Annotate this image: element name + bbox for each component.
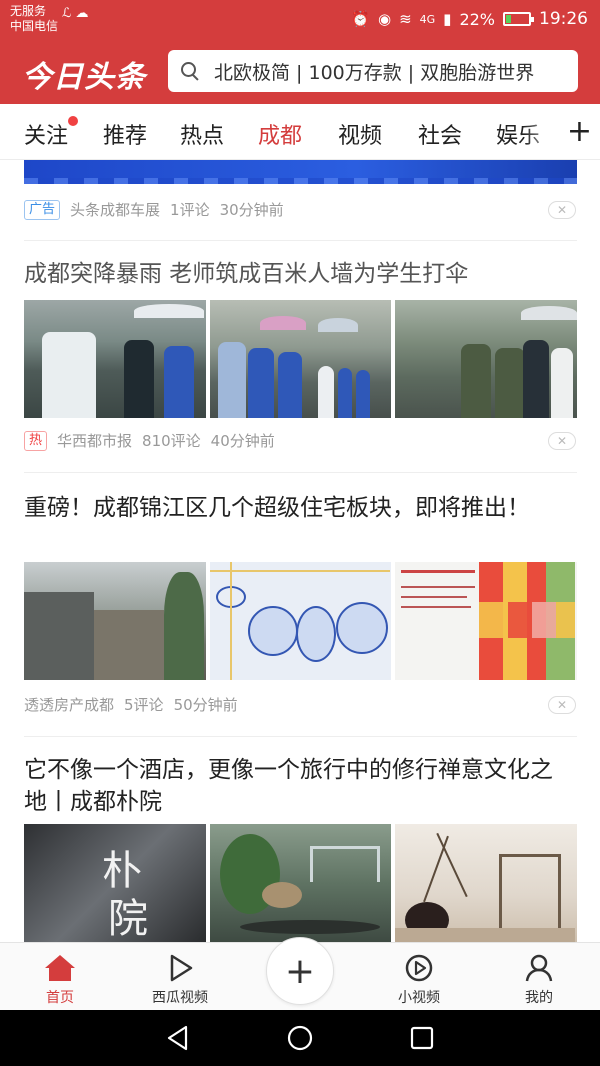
article-meta: 透透房产成都 5评论 50分钟前 <box>24 694 238 715</box>
article-image[interactable] <box>209 562 392 680</box>
news-feed: 广告 头条成都车展 1评论 30分钟前 ✕ 成都突降暴雨 老师筑成百米人墙为学生… <box>0 160 600 942</box>
article-image[interactable] <box>24 300 206 418</box>
wifi-icon: ≋ <box>399 10 412 28</box>
carrier-line2: 中国电信 <box>10 19 59 33</box>
article-time: 50分钟前 <box>173 696 238 714</box>
hot-badge: 热 <box>24 430 48 451</box>
add-channel-button[interactable]: + <box>567 114 592 149</box>
article-source: 透透房产成都 <box>24 696 115 714</box>
article-meta: 热 华西都市报 810评论 40分钟前 <box>24 430 275 451</box>
nav-short-video[interactable]: 小视频 <box>374 953 464 1007</box>
carrier-line1: 无服务 <box>10 4 47 18</box>
nav-home[interactable]: 首页 <box>15 953 105 1007</box>
dismiss-button[interactable]: ✕ <box>548 432 576 450</box>
status-bar: 无服务 中国电信 ℒ ☁ ⏰ ◉ ≋ 4G ▮ 22% 19:26 <box>0 0 600 40</box>
tab-society[interactable]: 社会 <box>418 118 462 150</box>
clock: 19:26 <box>539 9 588 29</box>
article-image[interactable] <box>395 300 578 418</box>
tab-recommend[interactable]: 推荐 <box>103 118 147 150</box>
battery-percent: 22% <box>459 9 495 29</box>
divider <box>24 736 577 737</box>
article-title[interactable]: 它不像一个酒店，更像一个旅行中的修行禅意文化之地丨成都朴院 <box>24 754 574 818</box>
alarm-icon: ⏰ <box>351 10 370 28</box>
ad-source: 头条成都车展 <box>70 201 161 219</box>
home-circle-icon[interactable] <box>286 1024 314 1052</box>
back-icon[interactable] <box>164 1024 192 1052</box>
article-image[interactable] <box>24 562 206 680</box>
article-comments: 810评论 <box>142 432 201 450</box>
app-logo[interactable]: 今日头条 <box>22 52 146 96</box>
nav-xigua-video[interactable]: 西瓜视频 <box>135 953 225 1007</box>
ad-banner-image[interactable] <box>24 160 577 184</box>
nav-xigua-label: 西瓜视频 <box>152 990 208 1006</box>
status-right: ⏰ ◉ ≋ 4G ▮ 22% 19:26 <box>351 8 588 30</box>
divider <box>24 240 577 241</box>
publish-button[interactable]: + <box>266 937 334 1005</box>
app-header: 无服务 中国电信 ℒ ☁ ⏰ ◉ ≋ 4G ▮ 22% 19:26 今日头条 北… <box>0 0 600 104</box>
eye-icon: ◉ <box>377 10 392 28</box>
nav-mine-label: 我的 <box>525 990 553 1006</box>
network-label: 4G <box>419 12 436 26</box>
ad-time: 30分钟前 <box>219 201 284 219</box>
article-image[interactable] <box>209 300 392 418</box>
person-icon <box>494 953 584 983</box>
nav-home-label: 首页 <box>46 990 74 1006</box>
article-image[interactable] <box>395 562 578 680</box>
carrier-info: 无服务 中国电信 <box>10 4 58 34</box>
home-icon <box>15 953 105 983</box>
notification-icons: ℒ ☁ <box>62 6 89 21</box>
article-image[interactable] <box>209 824 392 942</box>
article-title[interactable]: 重磅！成都锦江区几个超级住宅板块，即将推出！ <box>24 492 574 524</box>
nav-short-video-label: 小视频 <box>398 990 440 1006</box>
search-placeholder: 北欧极简 | 100万存款 | 双胞胎游世界 <box>214 61 535 84</box>
article-comments: 5评论 <box>124 696 164 714</box>
article-title[interactable]: 成都突降暴雨 老师筑成百米人墙为学生打伞 <box>24 258 574 290</box>
unread-dot <box>68 116 78 126</box>
search-bar[interactable]: 北欧极简 | 100万存款 | 双胞胎游世界 <box>168 50 578 92</box>
tab-chengdu[interactable]: 成都 <box>258 118 302 150</box>
article-image[interactable] <box>395 824 578 942</box>
nav-mine[interactable]: 我的 <box>494 953 584 1007</box>
ad-comments: 1评论 <box>170 201 210 219</box>
tab-follow[interactable]: 关注 <box>24 118 68 150</box>
ad-badge: 广告 <box>24 199 61 220</box>
ad-meta: 广告 头条成都车展 1评论 30分钟前 <box>24 199 284 220</box>
dismiss-button[interactable]: ✕ <box>548 696 576 714</box>
play-icon <box>135 953 225 983</box>
system-navigation <box>0 1010 600 1066</box>
article-source: 华西都市报 <box>57 432 133 450</box>
battery-level <box>506 15 511 23</box>
bottom-navigation: 首页 西瓜视频 + 小视频 我的 <box>0 937 600 1010</box>
tab-hot[interactable]: 热点 <box>180 118 224 150</box>
short-video-icon <box>374 953 464 983</box>
channel-tabs: 关注 推荐 热点 成都 视频 社会 娱乐 + <box>0 104 600 160</box>
plus-icon: + <box>284 950 316 992</box>
article-image[interactable]: 朴 院 <box>24 824 206 942</box>
signal-icon: ▮ <box>443 10 452 28</box>
tabs-fade <box>524 104 564 159</box>
article-time: 40分钟前 <box>210 432 275 450</box>
recent-apps-icon[interactable] <box>408 1024 436 1052</box>
battery-icon <box>503 12 534 26</box>
article-images[interactable] <box>24 562 578 680</box>
divider <box>24 472 577 473</box>
search-icon <box>180 61 200 81</box>
article-images[interactable] <box>24 300 578 418</box>
article-images[interactable]: 朴 院 <box>24 824 578 942</box>
dismiss-button[interactable]: ✕ <box>548 201 576 219</box>
tab-video[interactable]: 视频 <box>338 118 382 150</box>
